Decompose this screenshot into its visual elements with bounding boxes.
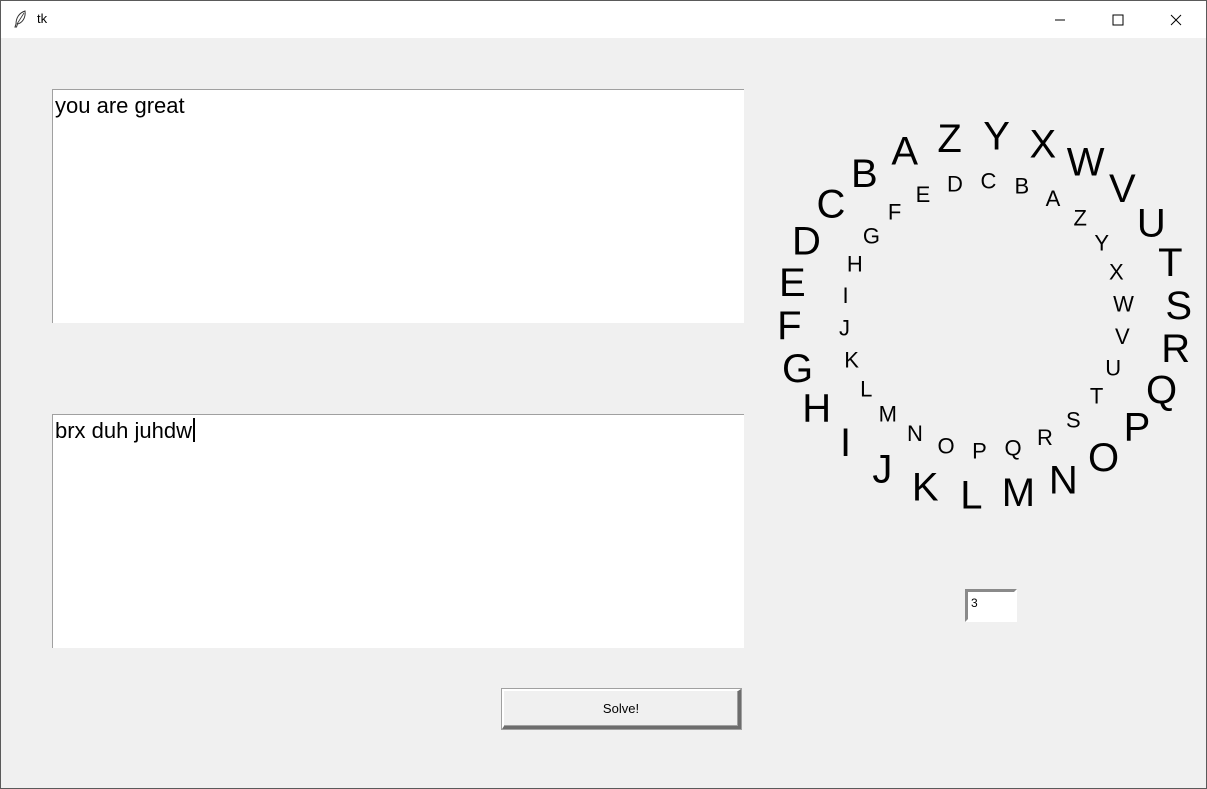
app-window: tk you are great brx duh juhdw Solve! AB… (0, 0, 1207, 789)
inner-letter-z: Z (1073, 205, 1086, 230)
inner-letter-x: X (1109, 260, 1124, 285)
inner-letter-m: M (879, 402, 897, 427)
inner-letter-q: Q (1005, 436, 1022, 461)
inner-letter-t: T (1090, 384, 1103, 409)
outer-letter-r: R (1161, 327, 1190, 371)
outer-letter-v: V (1109, 167, 1136, 211)
outer-letter-t: T (1158, 241, 1182, 285)
inner-letter-w: W (1113, 292, 1134, 317)
solve-button[interactable]: Solve! (502, 689, 741, 729)
ciphertext-output[interactable]: brx duh juhdw (52, 414, 744, 648)
inner-letter-j: J (839, 315, 850, 340)
inner-letter-p: P (972, 438, 987, 463)
plaintext-value: you are great (55, 93, 185, 118)
outer-letter-g: G (782, 347, 813, 391)
outer-letter-n: N (1049, 458, 1078, 502)
ciphertext-value: brx duh juhdw (55, 418, 192, 443)
inner-letter-e: E (916, 182, 931, 207)
outer-letter-z: Z (937, 117, 961, 161)
plaintext-input[interactable]: you are great (52, 89, 744, 323)
shift-input[interactable]: 3 (965, 589, 1017, 622)
close-button[interactable] (1147, 1, 1205, 38)
inner-letter-n: N (907, 421, 923, 446)
outer-letter-d: D (792, 220, 821, 264)
outer-letter-a: A (891, 130, 918, 174)
minimize-button[interactable] (1031, 1, 1089, 38)
close-icon (1170, 14, 1182, 25)
outer-letter-x: X (1029, 122, 1056, 166)
inner-letter-h: H (847, 252, 863, 277)
outer-letter-k: K (912, 466, 939, 510)
outer-letter-q: Q (1146, 369, 1177, 413)
window-title: tk (37, 11, 48, 26)
outer-letter-b: B (851, 152, 878, 196)
inner-letter-v: V (1115, 324, 1130, 349)
inner-letter-d: D (947, 172, 963, 197)
outer-letter-f: F (777, 304, 801, 348)
maximize-button[interactable] (1089, 1, 1147, 38)
inner-letter-i: I (843, 283, 849, 308)
outer-letter-u: U (1137, 202, 1166, 246)
cipher-wheel: ABCDEFGHIJ K L M NOPQRSTUVWXYZDEFGHIJKLMN O P Q… (777, 114, 1192, 518)
feather-icon (13, 10, 29, 28)
outer-letter-y: Y (983, 114, 1010, 158)
outer-letter-j: J (872, 448, 892, 492)
minimize-icon (1055, 19, 1065, 20)
inner-letter-g: G (863, 223, 880, 248)
inner-letter-o: O (938, 434, 955, 459)
inner-letter-s: S (1066, 407, 1081, 432)
title-bar: tk (1, 1, 1206, 38)
outer-letter-o: O (1088, 436, 1119, 480)
inner-letter-a: A (1046, 186, 1061, 211)
outer-letter-l: L (960, 474, 982, 518)
inner-letter-l: L (860, 377, 872, 402)
outer-letter-m: M (1002, 471, 1035, 515)
outer-letter-h: H (802, 387, 831, 431)
inner-letter-u: U (1105, 355, 1121, 380)
inner-letter-c: C (981, 169, 997, 194)
outer-letter-i: I (840, 421, 851, 465)
inner-letter-r: R (1037, 425, 1053, 450)
inner-letter-k: K (844, 347, 859, 372)
outer-letter-e: E (779, 261, 806, 305)
inner-letter-y: Y (1094, 230, 1109, 255)
outer-letter-w: W (1067, 140, 1105, 184)
inner-letter-f: F (888, 200, 901, 225)
maximize-icon (1112, 14, 1124, 25)
text-caret (192, 418, 195, 442)
inner-letter-b: B (1015, 174, 1030, 199)
outer-letter-s: S (1165, 284, 1192, 328)
